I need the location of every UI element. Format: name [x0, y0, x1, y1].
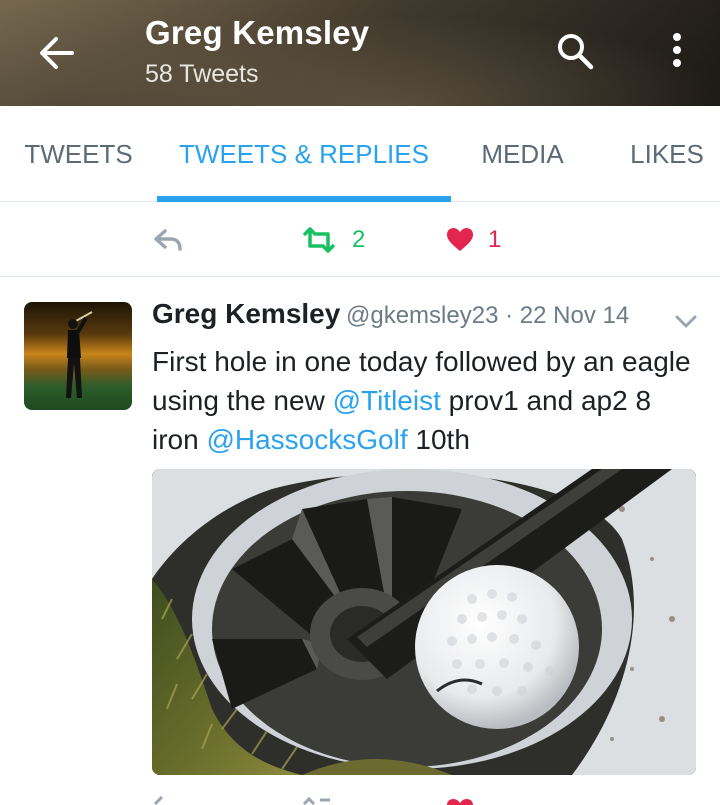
back-button[interactable] [34, 30, 80, 76]
golfer-silhouette-icon [66, 311, 93, 398]
arrow-left-icon [40, 37, 74, 69]
tweet-options-button[interactable] [672, 308, 700, 336]
heart-icon [447, 227, 473, 251]
mention-titleist[interactable]: @Titleist [333, 385, 441, 416]
tweet-handle[interactable]: @gkemsley23 [346, 302, 498, 329]
photo-golf-ball-in-cup [152, 469, 696, 775]
retweet-icon [302, 226, 336, 253]
profile-tabs: TWEETS TWEETS & REPLIES MEDIA LIKES [0, 106, 720, 202]
retweet-button[interactable]: 2 [300, 202, 365, 277]
tweet-meta: @gkemsley23 · 22 Nov 14 [346, 302, 629, 330]
tweet-action-bar: 2 1 [0, 202, 720, 277]
tweet-action-bar-next [0, 790, 720, 805]
tweet-date: 22 Nov 14 [519, 302, 630, 329]
tweet-text-part3: 10th [407, 424, 470, 455]
mention-hassocksgolf[interactable]: @HassocksGolf [206, 424, 407, 455]
like-button[interactable]: 1 [446, 202, 501, 277]
tweet-count: 58 Tweets [145, 60, 259, 88]
tab-tweets[interactable]: TWEETS [0, 106, 157, 202]
avatar[interactable] [24, 302, 132, 410]
retweet-icon[interactable] [300, 796, 334, 805]
tweet-text: First hole in one today followed by an e… [152, 342, 697, 459]
reply-icon[interactable] [152, 796, 176, 805]
tab-tweets-and-replies[interactable]: TWEETS & REPLIES [157, 106, 451, 202]
tweet-author-name[interactable]: Greg Kemsley [152, 298, 340, 330]
heart-icon[interactable] [446, 798, 474, 805]
header-title: Greg Kemsley [145, 14, 370, 51]
more-vertical-icon [673, 33, 681, 67]
chevron-down-icon [675, 315, 697, 328]
more-options-button[interactable] [660, 28, 694, 74]
like-count: 1 [488, 225, 502, 253]
tweet-media-photo[interactable] [152, 469, 696, 775]
search-icon [558, 34, 594, 70]
reply-button[interactable] [152, 202, 184, 277]
search-button[interactable] [552, 28, 598, 74]
meta-separator: · [505, 302, 514, 329]
profile-header: Greg Kemsley 58 Tweets [0, 0, 720, 106]
retweet-count: 2 [352, 225, 366, 253]
tab-media[interactable]: MEDIA [451, 106, 594, 202]
tab-likes[interactable]: LIKES [594, 106, 720, 202]
reply-icon [154, 228, 182, 251]
